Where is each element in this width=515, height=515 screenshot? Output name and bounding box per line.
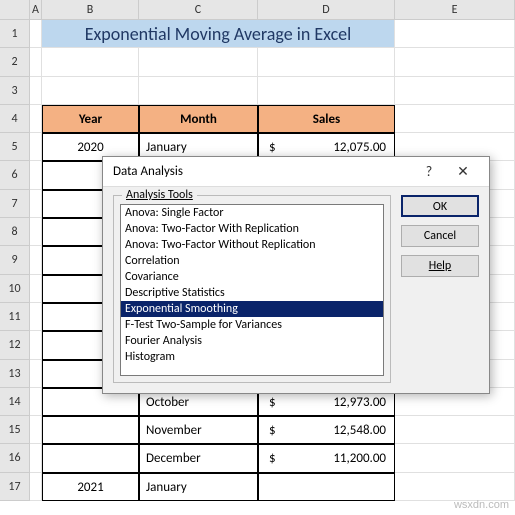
cell-a7[interactable] [30,190,42,218]
col-header-c[interactable]: C [139,0,258,19]
col-header-a[interactable]: A [30,0,42,19]
cell-e2[interactable] [395,48,515,76]
sales-value: 12,973.00 [333,395,386,410]
cell-a8[interactable] [30,218,42,246]
close-icon[interactable]: ✕ [443,163,483,180]
row-header-15[interactable]: 15 [0,416,30,444]
list-item[interactable]: Histogram [121,349,383,365]
column-headers: A B C D E [0,0,515,20]
page-title[interactable]: Exponential Moving Average in Excel [42,20,395,48]
cell-e4[interactable] [395,105,515,133]
cell-year[interactable] [42,416,139,444]
header-sales[interactable]: Sales [258,105,395,133]
cell-year[interactable]: 2021 [42,473,139,501]
sales-value: 11,200.00 [333,451,386,466]
help-button[interactable]: Help [401,255,479,277]
row-header-10[interactable]: 10 [0,275,30,303]
cell-a14[interactable] [30,388,42,416]
row-header-11[interactable]: 11 [0,303,30,331]
header-month[interactable]: Month [139,105,258,133]
currency-symbol: $ [263,419,276,443]
row-header-4[interactable]: 4 [0,105,30,133]
row-header-13[interactable]: 13 [0,360,30,388]
list-item[interactable]: Covariance [121,269,383,285]
cell-month[interactable]: December [139,444,258,472]
ok-button[interactable]: OK [401,195,479,217]
cell-c2[interactable] [139,48,258,76]
currency-symbol: $ [263,391,276,415]
cell-e17[interactable] [395,473,515,501]
sales-value: 12,548.00 [333,423,386,438]
row-header-12[interactable]: 12 [0,331,30,359]
row-header-6[interactable]: 6 [0,161,30,189]
row-header-17[interactable]: 17 [0,473,30,501]
cell-a6[interactable] [30,161,42,189]
cell-a16[interactable] [30,444,42,472]
cell-a17[interactable] [30,473,42,501]
cell-a5[interactable] [30,133,42,161]
cell-sales[interactable] [258,473,395,501]
select-all-corner[interactable] [0,0,30,19]
cell-sales[interactable]: $11,200.00 [258,444,395,472]
cell-sales[interactable]: $12,548.00 [258,416,395,444]
row-header-1[interactable]: 1 [0,20,30,48]
list-item[interactable]: Anova: Single Factor [121,205,383,221]
analysis-tools-listbox[interactable]: Anova: Single FactorAnova: Two-Factor Wi… [120,204,384,376]
cell-e3[interactable] [395,77,515,105]
help-icon[interactable]: ? [415,163,443,180]
cell-a4[interactable] [30,105,42,133]
cell-a11[interactable] [30,303,42,331]
cell-a10[interactable] [30,275,42,303]
col-header-d[interactable]: D [258,0,395,19]
cell-year[interactable] [42,444,139,472]
cell-a2[interactable] [30,48,42,76]
watermark: wsxdn.com [454,499,509,511]
row-header-3[interactable]: 3 [0,77,30,105]
row-header-8[interactable]: 8 [0,218,30,246]
list-item[interactable]: F-Test Two-Sample for Variances [121,317,383,333]
cell-d2[interactable] [258,48,395,76]
cell-a1[interactable] [30,20,42,48]
row-header-16[interactable]: 16 [0,444,30,472]
row-header-7[interactable]: 7 [0,190,30,218]
cell-month[interactable]: January [139,473,258,501]
data-analysis-dialog: Data Analysis ? ✕ Analysis Tools Anova: … [102,156,490,394]
cell-a3[interactable] [30,77,42,105]
cancel-button[interactable]: Cancel [401,225,479,247]
cell-d3[interactable] [258,77,395,105]
cell-a13[interactable] [30,360,42,388]
analysis-tools-group: Analysis Tools Anova: Single FactorAnova… [113,195,391,383]
row-header-2[interactable]: 2 [0,48,30,76]
cell-b2[interactable] [42,48,139,76]
list-item[interactable]: Fourier Analysis [121,333,383,349]
dialog-titlebar[interactable]: Data Analysis ? ✕ [103,157,489,187]
row-header-5[interactable]: 5 [0,133,30,161]
dialog-title-text: Data Analysis [113,164,415,179]
cell-e15[interactable] [395,416,515,444]
group-label: Analysis Tools [122,188,197,202]
list-item[interactable]: Correlation [121,253,383,269]
cell-a9[interactable] [30,246,42,274]
col-header-e[interactable]: E [395,0,515,19]
cell-e1[interactable] [395,20,515,48]
cell-b3[interactable] [42,77,139,105]
row-header-9[interactable]: 9 [0,246,30,274]
currency-symbol: $ [263,447,276,471]
cell-a15[interactable] [30,416,42,444]
list-item[interactable]: Exponential Smoothing [121,301,383,317]
sales-value: 12,075.00 [333,140,386,155]
cell-c3[interactable] [139,77,258,105]
cell-month[interactable]: November [139,416,258,444]
cell-a12[interactable] [30,331,42,359]
header-year[interactable]: Year [42,105,139,133]
row-header-14[interactable]: 14 [0,388,30,416]
list-item[interactable]: Anova: Two-Factor Without Replication [121,237,383,253]
cell-e16[interactable] [395,444,515,472]
list-item[interactable]: Descriptive Statistics [121,285,383,301]
col-header-b[interactable]: B [42,0,139,19]
list-item[interactable]: Anova: Two-Factor With Replication [121,221,383,237]
